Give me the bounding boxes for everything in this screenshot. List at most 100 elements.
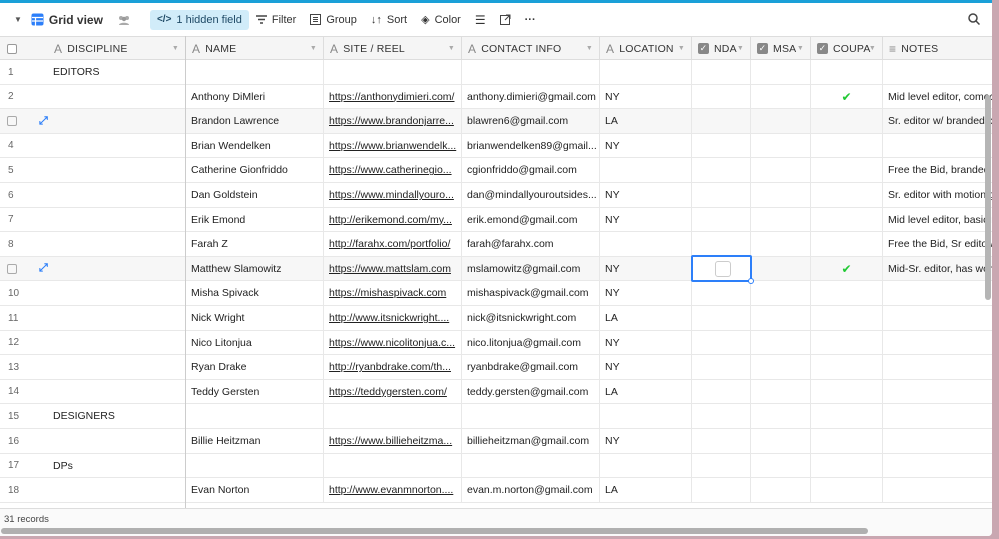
cell-coupa[interactable]	[811, 330, 883, 355]
cell-nda[interactable]	[692, 109, 751, 134]
cell-site[interactable]: http://www.evanmnorton....	[324, 478, 462, 503]
table-row[interactable]: ⤢ Matthew Slamowitz https://www.mattslam.c…	[0, 256, 992, 282]
cell-msa[interactable]	[751, 60, 811, 84]
cell-coupa[interactable]	[811, 133, 883, 158]
cell-notes[interactable]: Free the Bid, branded c	[883, 158, 992, 182]
cell-discipline[interactable]	[48, 85, 186, 109]
table-row[interactable]: 6 Dan Goldstein https://www.mindallyouro..…	[0, 183, 992, 208]
cell-nda[interactable]	[692, 158, 751, 183]
cell-name[interactable]	[186, 453, 324, 478]
cell-name[interactable]: Teddy Gersten	[186, 379, 324, 404]
cell-msa[interactable]	[751, 404, 811, 429]
cell-nda[interactable]	[692, 84, 751, 109]
cell-msa[interactable]	[751, 183, 811, 207]
table-row[interactable]: 8 Farah Z http://farahx.com/portfolio/fara…	[0, 232, 992, 257]
cell-discipline[interactable]: DESIGNERS	[48, 404, 186, 428]
search-icon[interactable]	[968, 13, 981, 28]
column-header-site-reel[interactable]: A SITE / REEL ▼	[324, 37, 462, 60]
cell-site[interactable]: https://www.mattslam.com	[324, 256, 462, 281]
cell-msa[interactable]	[751, 281, 811, 306]
cell-contact[interactable]: anthony.dimieri@gmail.com	[462, 84, 600, 109]
row-select-checkbox[interactable]	[7, 116, 17, 127]
more-options-icon[interactable]: ···	[518, 10, 543, 30]
column-menu-caret-icon[interactable]: ▼	[310, 45, 317, 52]
cell-discipline[interactable]	[48, 355, 186, 379]
group-button[interactable]: Group	[303, 10, 364, 30]
cell-name[interactable]: Ryan Drake	[186, 355, 324, 380]
column-header-nda[interactable]: ✓ NDA ▼	[692, 37, 751, 60]
cell-notes[interactable]	[883, 404, 992, 428]
cell-discipline[interactable]	[48, 183, 186, 207]
cell-contact[interactable]: ryanbdrake@gmail.com	[462, 355, 600, 380]
cell-contact[interactable]	[462, 404, 600, 429]
cell-notes[interactable]	[883, 331, 992, 355]
cell-name[interactable]: Erik Emond	[186, 207, 324, 232]
select-all-checkbox[interactable]	[0, 37, 48, 60]
cell-contact[interactable]: erik.emond@gmail.com	[462, 207, 600, 232]
view-switcher[interactable]: Grid view	[29, 10, 110, 30]
cell-contact[interactable]: mslamowitz@gmail.com	[462, 256, 600, 281]
table-row[interactable]: 18 Evan Norton http://www.evanmnorton.... e…	[0, 478, 992, 503]
table-row[interactable]: 2 Anthony DiMleri https://anthonydimieri.c…	[0, 84, 992, 110]
table-row[interactable]: ⤢ Brandon Lawrence https://www.brandonjarr…	[0, 109, 992, 134]
cell-nda[interactable]	[692, 232, 751, 257]
cell-nda[interactable]	[692, 379, 751, 404]
cell-notes[interactable]: Sr. editor w/ branded co	[883, 109, 992, 133]
cell-contact[interactable]: cgionfriddo@gmail.com	[462, 158, 600, 183]
cell-discipline[interactable]	[48, 232, 186, 256]
cell-contact[interactable]: farah@farahx.com	[462, 232, 600, 257]
column-header-notes[interactable]: ≡ NOTES	[883, 37, 992, 60]
site-value[interactable]: http://www.evanmnorton....	[329, 484, 453, 496]
cell-coupa[interactable]	[811, 281, 883, 306]
cell-nda[interactable]	[692, 478, 751, 503]
cell-location[interactable]: NY	[600, 256, 692, 281]
site-value[interactable]: https://teddygersten.com/	[329, 386, 447, 398]
cell-notes[interactable]: Free the Bid, Sr editor/c	[883, 232, 992, 256]
cell-name[interactable]: Brian Wendelken	[186, 133, 324, 158]
site-value[interactable]: https://www.brandonjarre...	[329, 115, 454, 127]
cell-site[interactable]: http://erikemond.com/my...	[324, 207, 462, 232]
cell-site[interactable]: https://www.catherinegio...	[324, 158, 462, 183]
checkmark-icon[interactable]: ✔	[841, 90, 851, 104]
site-value[interactable]: https://www.mindallyouro...	[329, 189, 454, 201]
expand-record-icon[interactable]: ⤢	[39, 115, 48, 128]
table-row[interactable]: 13 Ryan Drake http://ryanbdrake.com/th... r…	[0, 355, 992, 380]
column-header-coupa[interactable]: ✓ COUPA ▼	[811, 37, 883, 60]
cell-name[interactable]: Dan Goldstein	[186, 183, 324, 207]
table-row[interactable]: 16 Billie Heitzman https://www.billieheitz…	[0, 429, 992, 454]
site-value[interactable]: https://www.mattslam.com	[329, 263, 451, 275]
cell-notes[interactable]: Mid level editor, basic r	[883, 208, 992, 232]
view-menu-caret-icon[interactable]: ▼	[0, 10, 29, 30]
table-row[interactable]: 12 Nico Litonjua https://www.nicolitonjua.…	[0, 330, 992, 356]
cell-contact[interactable]	[462, 60, 600, 84]
cell-coupa[interactable]	[811, 306, 883, 330]
cell-msa[interactable]	[751, 133, 811, 158]
cell-site[interactable]: http://ryanbdrake.com/th...	[324, 355, 462, 380]
cell-location[interactable]	[600, 60, 692, 84]
cell-coupa[interactable]	[811, 60, 883, 84]
cell-site[interactable]: https://mishaspivack.com	[324, 281, 462, 306]
cell-coupa[interactable]	[811, 429, 883, 453]
cell-notes[interactable]: Sr. editor with motion g	[883, 183, 992, 207]
column-menu-caret-icon[interactable]: ▼	[869, 45, 876, 52]
cell-coupa[interactable]	[811, 158, 883, 183]
cell-nda[interactable]	[692, 60, 751, 84]
cell-msa[interactable]	[751, 109, 811, 134]
cell-location[interactable]: NY	[600, 207, 692, 232]
cell-notes[interactable]	[883, 429, 992, 453]
cell-discipline[interactable]	[48, 478, 186, 502]
vertical-scrollbar[interactable]	[985, 95, 991, 300]
checkmark-icon[interactable]: ✔	[841, 262, 851, 276]
column-menu-caret-icon[interactable]: ▼	[448, 45, 455, 52]
cell-notes[interactable]: Mid level editor, comed	[883, 85, 992, 109]
cell-contact[interactable]: brianwendelken89@gmail...	[462, 133, 600, 158]
site-value[interactable]: https://www.catherinegio...	[329, 164, 452, 176]
selected-nda-cell[interactable]	[691, 255, 754, 284]
cell-msa[interactable]	[751, 330, 811, 355]
cell-discipline[interactable]	[48, 134, 186, 158]
collaborators-icon[interactable]	[110, 10, 138, 30]
cell-site[interactable]: https://teddygersten.com/	[324, 379, 462, 404]
nda-checkbox-empty[interactable]	[715, 261, 731, 277]
cell-nda[interactable]	[692, 207, 751, 232]
cell-location[interactable]	[600, 232, 692, 257]
